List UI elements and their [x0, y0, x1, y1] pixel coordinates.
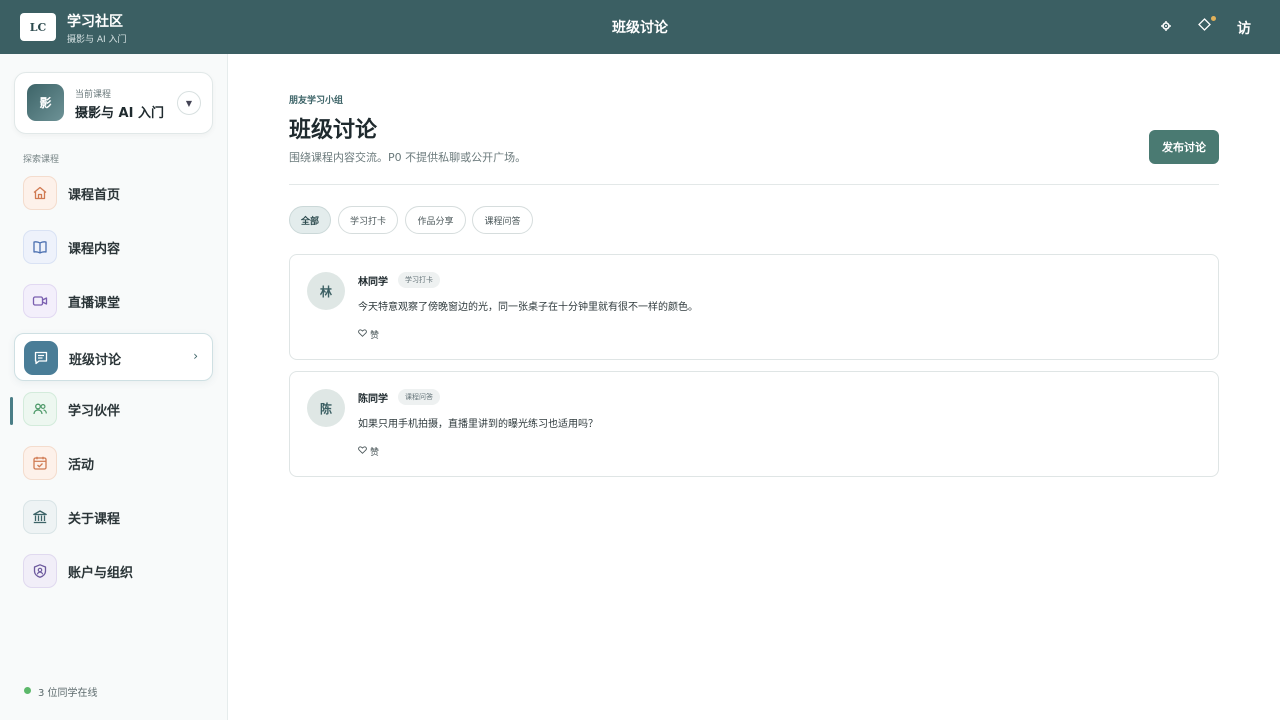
post-tag: 课程问答	[398, 389, 440, 405]
like-label: 赞	[370, 448, 380, 458]
brand-title: 学习社区	[67, 14, 123, 30]
group-label: 朋友学习小组	[289, 96, 344, 106]
user-avatar[interactable]: 访	[1237, 18, 1251, 38]
filter-chip-qa[interactable]: 课程问答	[472, 206, 533, 234]
course-name: 摄影与 AI 入门	[75, 106, 164, 121]
course-caption: 当前课程	[75, 90, 112, 100]
top-bar: LC 学习社区 摄影与 AI 入门 班级讨论 访	[0, 0, 1280, 54]
notifications-icon[interactable]	[1198, 18, 1211, 35]
calendar-icon	[23, 446, 57, 480]
settings-icon[interactable]	[1161, 20, 1171, 35]
course-switcher[interactable]: 影 当前课程 摄影与 AI 入门 ▼	[14, 72, 213, 134]
sidebar-item-label: 直播课堂	[68, 296, 121, 311]
filter-chip-checkin[interactable]: 学习打卡	[338, 206, 398, 234]
sidebar-item-label: 课程内容	[68, 242, 121, 257]
publish-discussion-button[interactable]: 发布讨论	[1149, 130, 1219, 164]
chevron-down-icon[interactable]: ▼	[177, 91, 201, 115]
avatar[interactable]: 林	[307, 272, 345, 310]
notification-dot	[1211, 16, 1216, 21]
post-body: 今天特意观察了傍晚窗边的光，同一张桌子在十分钟里就有很不一样的颜色。	[358, 302, 698, 313]
post-tag: 学习打卡	[398, 272, 440, 288]
logo[interactable]: LC	[20, 13, 56, 41]
course-avatar: 影	[27, 84, 64, 121]
sidebar-item-about[interactable]: 关于课程	[14, 493, 213, 541]
filter-chip-works[interactable]: 作品分享	[405, 206, 466, 234]
post-body: 如果只用手机拍摄，直播里讲到的曝光练习也适用吗？	[358, 419, 598, 430]
like-button[interactable]: 赞	[358, 328, 379, 341]
discussion-post: 陈 陈同学 课程问答 如果只用手机拍摄，直播里讲到的曝光练习也适用吗？ 赞	[289, 371, 1219, 477]
sidebar: 影 当前课程 摄影与 AI 入门 ▼ 探索课程 课程首页 课程内容 直播课堂 班…	[0, 54, 228, 720]
sidebar-item-events[interactable]: 活动	[14, 439, 213, 487]
home-icon	[23, 176, 57, 210]
sidebar-item-label: 学习伙伴	[68, 404, 121, 419]
post-author[interactable]: 陈同学	[358, 390, 388, 405]
bank-icon	[23, 500, 57, 534]
online-count: 3 位同学在线	[38, 688, 98, 699]
sidebar-item-label: 关于课程	[68, 512, 121, 527]
active-indicator	[10, 397, 13, 425]
sidebar-item-account[interactable]: 账户与组织	[14, 547, 213, 595]
page-header-title: 班级讨论	[612, 20, 668, 36]
avatar[interactable]: 陈	[307, 389, 345, 427]
chevron-right-icon: ›	[193, 349, 198, 363]
sidebar-item-label: 课程首页	[68, 188, 121, 203]
page-title: 班级讨论	[289, 118, 378, 143]
like-label: 赞	[370, 331, 380, 341]
video-icon	[23, 284, 57, 318]
brand-subtitle: 摄影与 AI 入门	[67, 35, 127, 45]
heart-icon	[358, 329, 367, 340]
sidebar-item-home[interactable]: 课程首页	[14, 169, 213, 217]
like-button[interactable]: 赞	[358, 445, 379, 458]
heart-icon	[358, 446, 367, 457]
post-author[interactable]: 林同学	[358, 273, 388, 288]
filter-chip-all[interactable]: 全部	[289, 206, 331, 234]
chat-icon	[24, 341, 58, 375]
sidebar-item-label: 账户与组织	[68, 566, 134, 581]
divider	[289, 184, 1219, 185]
sidebar-item-discussion[interactable]: 班级讨论 ›	[14, 333, 213, 381]
sidebar-item-label: 班级讨论	[69, 353, 122, 368]
sidebar-item-content[interactable]: 课程内容	[14, 223, 213, 271]
people-icon	[23, 392, 57, 426]
discussion-post: 林 林同学 学习打卡 今天特意观察了傍晚窗边的光，同一张桌子在十分钟里就有很不一…	[289, 254, 1219, 360]
shield-icon	[23, 554, 57, 588]
sidebar-item-label: 活动	[68, 458, 95, 473]
sidebar-item-live[interactable]: 直播课堂	[14, 277, 213, 325]
online-status-dot	[24, 687, 31, 694]
section-label: 探索课程	[23, 155, 60, 165]
page-description: 围绕课程内容交流。P0 不提供私聊或公开广场。	[289, 151, 527, 164]
sidebar-item-partners[interactable]: 学习伙伴	[14, 385, 213, 433]
book-icon	[23, 230, 57, 264]
